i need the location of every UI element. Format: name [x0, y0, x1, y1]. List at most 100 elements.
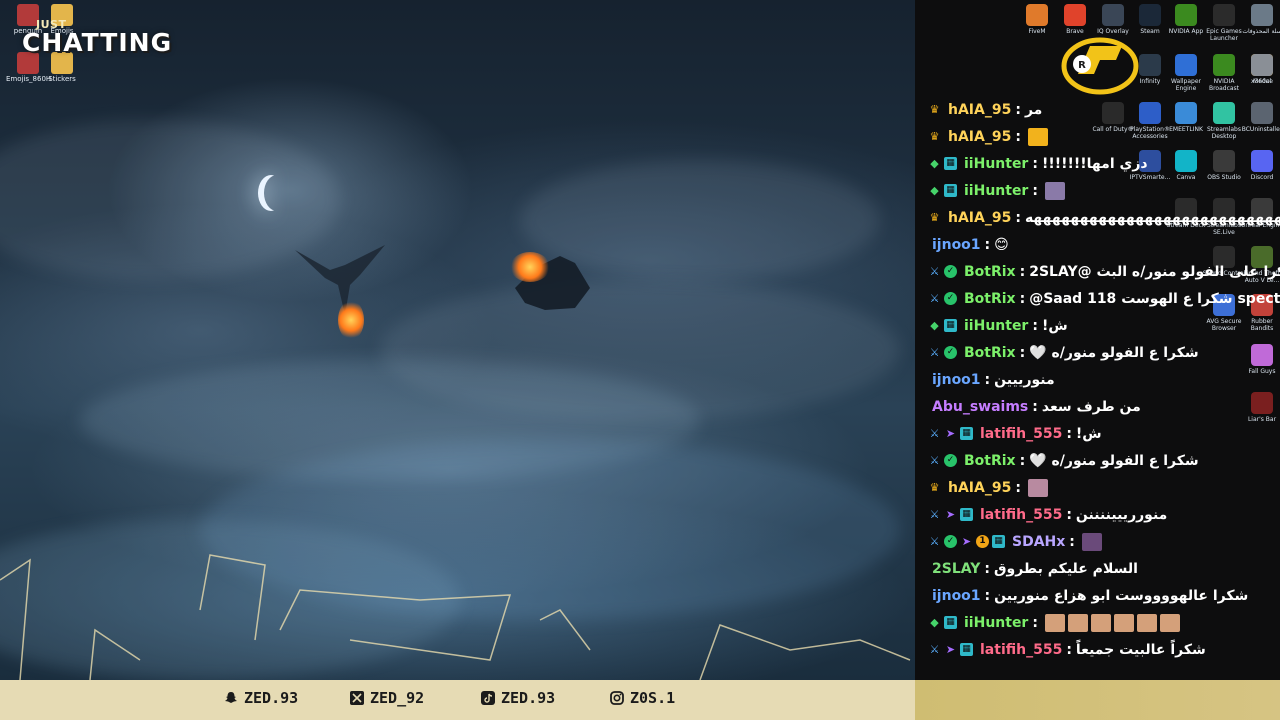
chat-message-text: منورييين: [994, 371, 1055, 388]
moderator-badge-icon: ⚔: [929, 346, 940, 359]
diamond-badge-icon: ◆: [930, 184, 939, 197]
message-badges: ⚔ ✓: [928, 292, 960, 305]
diamond-badge-icon: ◆: [930, 157, 939, 170]
shortcut-label: x360ce: [1251, 78, 1273, 85]
username-separator: :: [1015, 101, 1021, 118]
username-separator: :: [1015, 128, 1021, 145]
chat-username[interactable]: iiHunter: [964, 156, 1028, 172]
chat-username[interactable]: ijnoo1: [932, 237, 981, 253]
chat-message: ⚔ ✓ BotRix: شكرا ع الفولو منور/ه 🤍: [928, 447, 1276, 474]
controller-icon: [1251, 54, 1273, 76]
nvidia-icon: [1175, 4, 1197, 26]
message-badges: ♛: [928, 211, 944, 224]
chat-message: ◆ ▦ iiHunter:: [928, 177, 1276, 204]
vip-badge-icon: ➤: [961, 535, 972, 548]
chat-message: ◆ ▦ iiHunter: دزي امها!!!!!!!: [928, 150, 1276, 177]
chat-username[interactable]: hAIA_95: [948, 102, 1011, 118]
chat-message: ⚔ ➤ ▦ latifih_555: ش!: [928, 420, 1276, 447]
social-tiktok: ZED.93: [481, 689, 555, 707]
chat-message: ⚔ ➤ ▦ latifih_555: منورريييننننن: [928, 501, 1276, 528]
chat-message-text: ههههههههههههههههههههههههههههههه: [1024, 209, 1280, 226]
chat-message-text: مر: [1024, 101, 1043, 118]
moderator-badge-icon: ⚔: [929, 535, 940, 548]
crown-badge-icon: ♛: [929, 130, 940, 143]
chat-username[interactable]: latifih_555: [980, 507, 1062, 523]
subscriber-badge-icon: ▦: [992, 535, 1005, 548]
chat-username[interactable]: BotRix: [964, 264, 1016, 280]
chat-message-text: شكراً عالبيت جميعاً: [1075, 641, 1206, 658]
crown-badge-icon: ♛: [929, 103, 940, 116]
chat-message-text: @Saad 118 شكرا ع الهوست spectators!: [1029, 290, 1280, 307]
chat-message: ♛ hAIA_95: مر: [928, 96, 1276, 123]
chat-username[interactable]: iiHunter: [964, 183, 1028, 199]
verified-badge-icon: ✓: [944, 346, 957, 359]
subscriber-badge-icon: ▦: [960, 427, 973, 440]
moderator-badge-icon: ⚔: [929, 508, 940, 521]
crown-badge-icon: ♛: [929, 481, 940, 494]
chat-username[interactable]: hAIA_95: [948, 129, 1011, 145]
subscriber-badge-icon: ▦: [960, 643, 973, 656]
emote-icon: [1136, 613, 1157, 632]
x-icon: [350, 691, 364, 705]
chat-username[interactable]: hAIA_95: [948, 480, 1011, 496]
message-badges: ◆ ▦: [928, 184, 960, 197]
shortcut-label: Stickers: [48, 75, 76, 83]
chat-username[interactable]: latifih_555: [980, 426, 1062, 442]
subscriber-badge-icon: ▦: [944, 157, 957, 170]
chat-username[interactable]: iiHunter: [964, 318, 1028, 334]
overlay-frame-lines: [0, 554, 911, 680]
chat-username[interactable]: hAIA_95: [948, 210, 1011, 226]
nvidia-broadcast-icon: [1213, 54, 1235, 76]
chat-message: ijnoo1: 😊: [928, 231, 1276, 258]
chat-message: ⚔ ✓ BotRix: شكرا ع الفولو منور/ه 🤍: [928, 339, 1276, 366]
moderator-badge-icon: ⚔: [929, 292, 940, 305]
bottom-bar: [0, 680, 915, 720]
message-badges: ⚔ ➤ ▦: [928, 427, 976, 440]
chat-username[interactable]: ijnoo1: [932, 372, 981, 388]
message-badges: ⚔ ✓: [928, 346, 960, 359]
chat-message: ijnoo1: منورييين: [928, 366, 1276, 393]
chat-message-text: شكرا عالهووووست ابو هزاع منوريين: [994, 587, 1249, 604]
username-separator: :: [984, 371, 991, 388]
verified-badge-icon: ✓: [944, 265, 957, 278]
shortcut-label: سلة المحذوفات: [1242, 28, 1280, 35]
chat-username[interactable]: BotRix: [964, 453, 1016, 469]
chat-message: Abu_swaims: من طرف سعد: [928, 393, 1276, 420]
vip-badge-icon: ➤: [945, 643, 956, 656]
moderator-badge-icon: ⚔: [929, 265, 940, 278]
chat-message-text: شكرا ع الفولو منور/ه 🤍: [1029, 344, 1199, 361]
iq-icon: [1102, 4, 1124, 26]
emote-icon: [1027, 478, 1048, 497]
social-handle: ZED.93: [244, 689, 299, 707]
username-separator: :: [1066, 641, 1072, 658]
chat-username[interactable]: latifih_555: [980, 642, 1062, 658]
chat-message: ♛ hAIA_95:ههههههههههههههههههههههههههههههه: [928, 204, 1280, 231]
vip-badge-icon: ➤: [945, 508, 956, 521]
chat-username[interactable]: iiHunter: [964, 615, 1028, 631]
message-badges: ◆ ▦: [928, 319, 960, 332]
chat-username[interactable]: Abu_swaims: [932, 399, 1028, 415]
chat-username[interactable]: BotRix: [964, 345, 1016, 361]
category-large-label: CHATTING: [22, 28, 173, 57]
chat-username[interactable]: ijnoo1: [932, 588, 981, 604]
moderator-badge-icon: ⚔: [929, 454, 940, 467]
chat-message: ⚔ ✓ ➤ 1 ▦ SDAHx:: [928, 528, 1276, 555]
desktop-shortcut[interactable]: سلة المحذوفات: [1240, 4, 1280, 35]
chat-message-text: ش!: [1041, 317, 1068, 334]
message-badges: ⚔ ➤ ▦: [928, 643, 976, 656]
message-badges: ⚔ ✓: [928, 265, 960, 278]
social-x: ZED_92: [350, 689, 424, 707]
gifter-badge-icon: 1: [976, 535, 989, 548]
emote-icon: [1044, 613, 1065, 632]
username-separator: :: [1032, 317, 1038, 334]
chat-message-text: من طرف سعد: [1041, 398, 1141, 415]
social-snapchat: ZED.93: [224, 689, 298, 707]
chat-username[interactable]: SDAHx: [1012, 534, 1065, 550]
steam-icon: [1139, 4, 1161, 26]
crown-badge-icon: ♛: [929, 211, 940, 224]
chat-username[interactable]: 2SLAY: [932, 561, 980, 577]
username-separator: :: [984, 236, 991, 253]
desktop-shortcut[interactable]: x360ce: [1240, 54, 1280, 85]
subscriber-badge-icon: ▦: [944, 184, 957, 197]
chat-username[interactable]: BotRix: [964, 291, 1016, 307]
